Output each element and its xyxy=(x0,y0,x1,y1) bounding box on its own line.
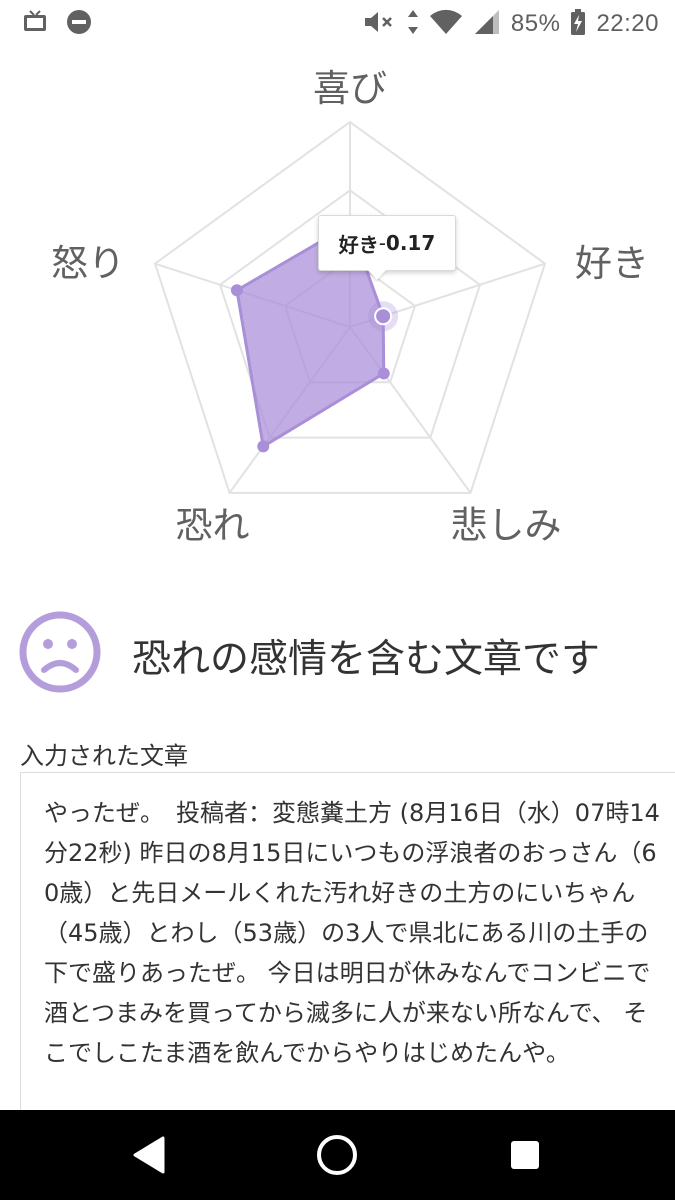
axis-label-joy: 喜び xyxy=(313,67,387,110)
axis-label-fear: 恐れ xyxy=(175,503,250,547)
home-icon xyxy=(317,1135,357,1175)
axis-label-anger: 怒り xyxy=(51,241,126,285)
data-transfer-icon xyxy=(407,8,419,40)
result-text: 恐れの感情を含む文章です xyxy=(132,637,601,682)
battery-charging-icon xyxy=(570,8,586,40)
axis-label-sadness: 悲しみ xyxy=(450,503,562,547)
radar-point[interactable] xyxy=(377,367,390,380)
home-button[interactable] xyxy=(292,1110,382,1200)
status-right-icons: 85% 22:20 xyxy=(363,8,659,40)
input-section-label: 入力された文章 xyxy=(20,742,188,770)
tooltip-label: 好き xyxy=(338,232,379,257)
mute-icon xyxy=(363,9,397,39)
signal-icon xyxy=(473,8,501,40)
input-text-box[interactable]: やったぜ。 投稿者：変態糞土方 (8月16日（水）07時14分22秒) 昨日の8… xyxy=(20,772,675,1112)
radar-svg xyxy=(153,120,547,494)
tv-icon xyxy=(22,9,48,39)
tooltip-pointer xyxy=(368,270,386,280)
clock: 22:20 xyxy=(596,10,659,37)
recents-button[interactable] xyxy=(480,1110,570,1200)
battery-percent: 85% xyxy=(510,10,561,37)
axis-label-like: 好き xyxy=(574,241,649,285)
back-icon xyxy=(133,1136,165,1174)
emotion-radar-chart[interactable]: 喜び 好き 悲しみ 恐れ 怒り xyxy=(0,40,675,585)
sad-face-icon xyxy=(19,611,101,693)
tooltip-separator: - xyxy=(378,231,386,255)
chart-tooltip: 好き - 0.17 xyxy=(318,215,456,271)
result-row: 恐れの感情を含む文章です xyxy=(0,606,675,706)
radar-point[interactable] xyxy=(257,440,270,453)
back-button[interactable] xyxy=(104,1110,194,1200)
status-left-icons xyxy=(22,10,92,38)
wifi-icon xyxy=(429,8,463,40)
recents-icon xyxy=(511,1141,539,1169)
do-not-disturb-icon xyxy=(66,9,92,39)
tooltip-value: 0.17 xyxy=(385,231,436,255)
radar-point[interactable] xyxy=(230,284,243,297)
navigation-bar xyxy=(0,1110,675,1200)
radar-point-active[interactable] xyxy=(374,307,393,326)
input-text: やったぜ。 投稿者：変態糞土方 (8月16日（水）07時14分22秒) 昨日の8… xyxy=(44,799,660,1067)
